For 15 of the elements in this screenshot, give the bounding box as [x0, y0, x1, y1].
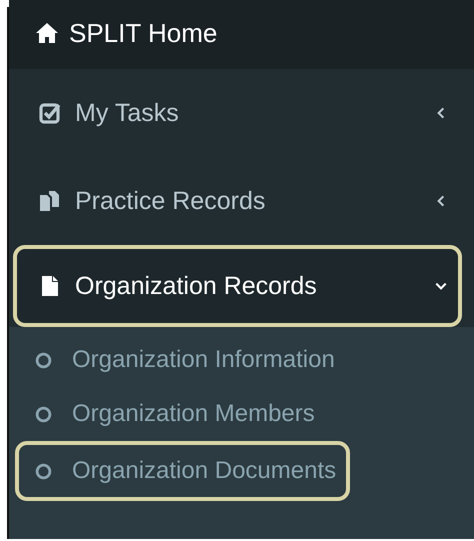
home-title: SPLIT Home: [69, 18, 218, 48]
menu-item[interactable]: My Tasks: [13, 69, 462, 157]
files-icon: [39, 190, 61, 212]
circle-icon: [35, 406, 52, 422]
checkbox-icon: [39, 102, 61, 124]
home-icon: [35, 22, 59, 44]
circle-icon: [35, 352, 52, 368]
file-icon: [39, 275, 61, 297]
circle-icon: [35, 462, 52, 480]
submenu-item[interactable]: Organization Members: [15, 387, 329, 441]
menu-item[interactable]: Organization Records: [13, 245, 462, 327]
submenu-item[interactable]: Organization Information: [15, 333, 349, 387]
menu-item[interactable]: Practice Records: [13, 157, 462, 245]
sidebar-header[interactable]: SPLIT Home: [9, 0, 474, 69]
submenu-item[interactable]: Organization Documents: [15, 441, 350, 501]
